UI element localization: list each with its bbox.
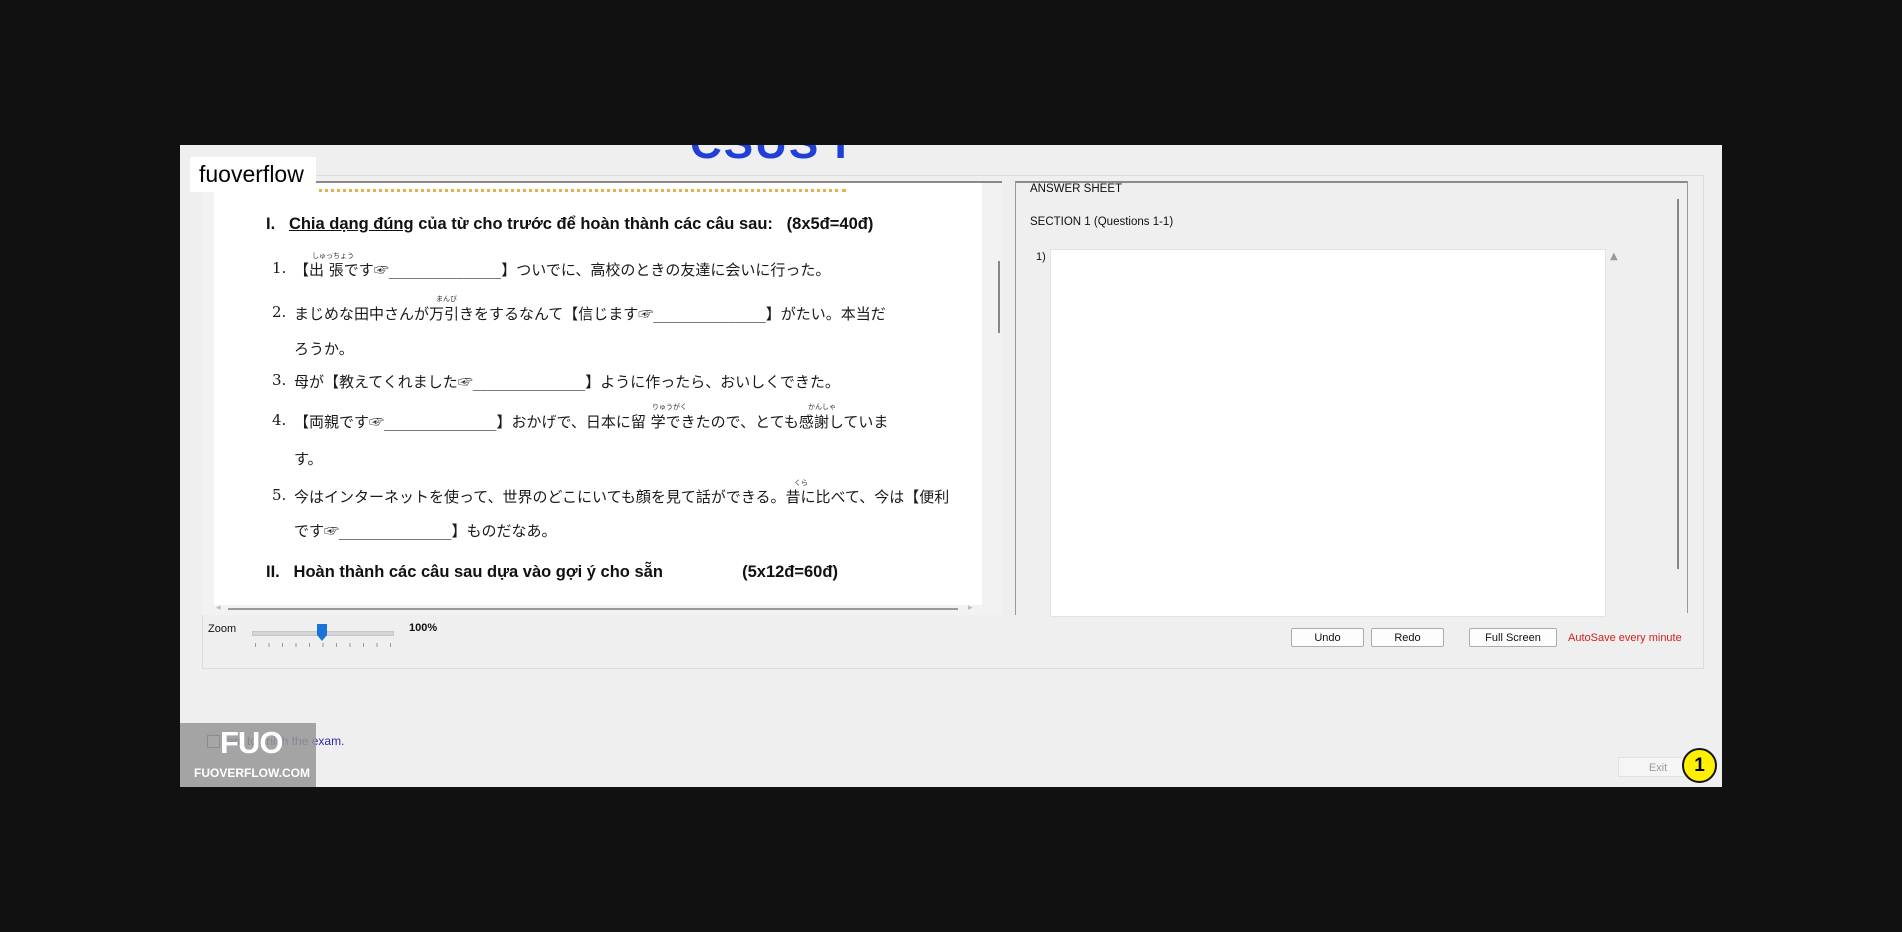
answer-text-area[interactable] (1050, 249, 1606, 617)
question-number: 2. (272, 303, 287, 321)
question-text: 【両親です☞_______________】おかげで、日本に留 学できたので、と… (294, 413, 889, 431)
question-number: 3. (272, 371, 287, 389)
question-number: 5. (272, 486, 287, 504)
exam-window: CSUS I fuoverflow I. Chia dạng đúng của … (180, 145, 1722, 787)
answer-section-label: SECTION 1 (Questions 1-1) (1030, 216, 1174, 228)
question-text: まじめな田中さんが万引きをするなんて【信じます☞_______________】… (294, 305, 886, 323)
logo-mark: FUO (220, 725, 283, 760)
full-screen-button[interactable]: Full Screen (1469, 628, 1557, 647)
zoom-value: 100% (409, 622, 438, 634)
step-marker-badge: 1 (1682, 748, 1717, 783)
answer-sheet-panel: ANSWER SHEET SECTION 1 (Questions 1-1) 1… (1015, 181, 1688, 617)
exam-title-cut: CSUS I (690, 145, 849, 169)
redo-button[interactable]: Redo (1371, 628, 1444, 647)
zoom-slider-ticks (255, 643, 391, 647)
question-text: 今はインターネットを使って、世界のどこにいても顔を見て話ができる。昔に比べて、今… (294, 488, 950, 506)
question-text-cont: す。 (294, 450, 323, 468)
question-number: 4. (272, 411, 287, 429)
autosave-notice: AutoSave every minute (1568, 632, 1682, 644)
watermark-label: fuoverflow (190, 157, 316, 192)
question-text-cont: ろうか。 (294, 340, 354, 358)
question-text-cont: です☞_______________】ものだなあ。 (294, 522, 557, 540)
question-document: I. Chia dạng đúng của từ cho trước để ho… (214, 183, 982, 605)
answer-vertical-scrollbar[interactable] (1677, 199, 1679, 569)
zoom-label: Zoom (208, 623, 237, 635)
scroll-up-arrow-icon[interactable]: ▲ (1610, 251, 1618, 262)
section-1-heading: I. Chia dạng đúng của từ cho trước để ho… (266, 215, 874, 233)
viewer-vertical-scrollbar[interactable] (998, 261, 1000, 333)
question-viewer[interactable]: I. Chia dạng đúng của từ cho trước để ho… (202, 181, 1002, 615)
answer-question-number: 1) (1036, 251, 1046, 263)
undo-button[interactable]: Undo (1291, 628, 1364, 647)
horizontal-scroll-thumb[interactable] (228, 608, 958, 610)
question-text: 【出 張です☞_______________】ついでに、高校のときの友達に会いに… (294, 261, 831, 279)
answer-sheet-title: ANSWER SHEET (1030, 183, 1123, 195)
viewer-horizontal-scrollbar[interactable]: ◂ ▸ (216, 603, 976, 615)
answer-panel-border (1687, 181, 1688, 613)
watermark-logo: FUO FUOVERFLOW.COM (180, 723, 316, 787)
scroll-left-arrow-icon[interactable]: ◂ (216, 603, 221, 613)
question-number: 1. (272, 259, 287, 277)
scroll-right-arrow-icon[interactable]: ▸ (968, 603, 973, 613)
decorative-dotted-divider (276, 189, 846, 192)
section-2-heading: II. Hoàn thành các câu sau dựa vào gợi ý… (266, 563, 838, 581)
question-text: 母が【教えてくれました☞_______________】ように作ったら、おいしく… (294, 373, 840, 391)
logo-caption: FUOVERFLOW.COM (194, 766, 310, 780)
